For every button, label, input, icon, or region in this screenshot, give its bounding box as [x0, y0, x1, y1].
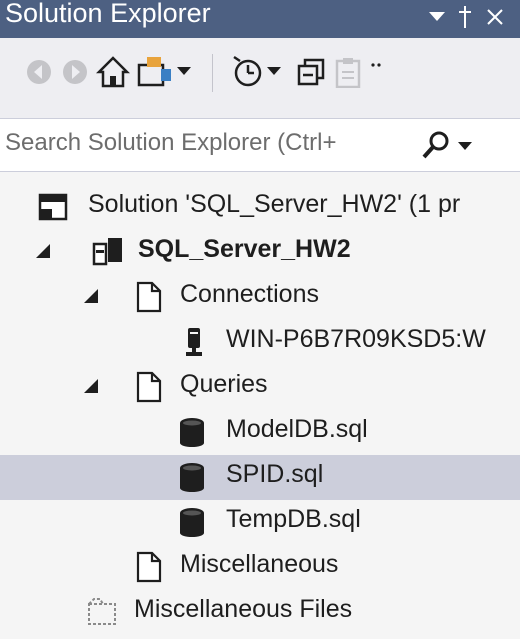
- server-connection-icon: [186, 328, 202, 356]
- tree-item-label: SQL_Server_HW2: [138, 235, 351, 263]
- folder-icon: [136, 371, 162, 403]
- tree-item-queries[interactable]: Queries: [0, 365, 520, 410]
- solution-icon: [38, 193, 68, 221]
- tree-item-solution[interactable]: Solution 'SQL_Server_HW2' (1 pr: [0, 185, 520, 230]
- toolbar-separator: [212, 54, 213, 92]
- sql-file-icon: [180, 418, 204, 447]
- sql-file-icon: [180, 463, 204, 492]
- switch-views-icon[interactable]: [136, 50, 174, 94]
- search-options-dropdown-icon[interactable]: [458, 139, 472, 157]
- filter-dropdown-icon[interactable]: [262, 50, 286, 94]
- tree-item-label: SPID.sql: [226, 460, 324, 488]
- tree-item-label: Queries: [180, 370, 268, 398]
- folder-icon: [136, 551, 162, 583]
- tree-item-query-file[interactable]: TempDB.sql: [0, 500, 520, 545]
- back-icon[interactable]: [20, 50, 58, 94]
- window-title: Solution Explorer: [5, 0, 211, 28]
- home-icon[interactable]: [94, 50, 132, 94]
- pin-icon[interactable]: [448, 0, 482, 34]
- database-project-icon: [92, 238, 122, 266]
- toolbar: [0, 38, 520, 118]
- title-bar: Solution Explorer: [0, 0, 520, 38]
- forward-icon[interactable]: [56, 50, 94, 94]
- tree-item-label: WIN-P6B7R09KSD5:W: [226, 325, 486, 353]
- collapse-all-icon[interactable]: [292, 50, 330, 94]
- tree-item-connections[interactable]: Connections: [0, 275, 520, 320]
- tree-item-label: Connections: [180, 280, 319, 308]
- tree-item-query-file-selected[interactable]: SPID.sql: [0, 455, 520, 500]
- tree-item-query-file[interactable]: ModelDB.sql: [0, 410, 520, 455]
- tree-item-label: TempDB.sql: [226, 505, 361, 533]
- expanded-arrow-icon[interactable]: [36, 244, 50, 258]
- tree-item-miscellaneous[interactable]: Miscellaneous: [0, 545, 520, 590]
- tree-item-connection-server[interactable]: WIN-P6B7R09KSD5:W: [0, 320, 520, 365]
- folder-icon: [136, 281, 162, 313]
- search-box[interactable]: Search Solution Explorer (Ctrl+: [0, 118, 520, 172]
- pending-changes-filter-icon[interactable]: [228, 50, 266, 94]
- solution-tree: Solution 'SQL_Server_HW2' (1 pr SQL_Serv…: [0, 178, 520, 639]
- properties-icon[interactable]: [330, 50, 368, 94]
- tree-item-label: ModelDB.sql: [226, 415, 368, 443]
- close-icon[interactable]: [478, 0, 512, 34]
- expanded-arrow-icon[interactable]: [84, 379, 98, 393]
- tree-item-miscellaneous-files[interactable]: Miscellaneous Files: [0, 590, 520, 635]
- misc-files-folder-icon: [88, 598, 116, 625]
- search-icon[interactable]: [420, 129, 452, 166]
- tree-item-label: Miscellaneous: [180, 550, 339, 578]
- sql-file-icon: [180, 508, 204, 537]
- expanded-arrow-icon[interactable]: [84, 289, 98, 303]
- search-input[interactable]: Search Solution Explorer (Ctrl+: [5, 129, 336, 157]
- overflow-icon[interactable]: [366, 50, 386, 94]
- tree-item-label: Solution 'SQL_Server_HW2' (1 pr: [88, 190, 461, 218]
- tree-item-project[interactable]: SQL_Server_HW2: [0, 230, 520, 275]
- switch-views-dropdown-icon[interactable]: [172, 50, 196, 94]
- tree-item-label: Miscellaneous Files: [134, 595, 353, 623]
